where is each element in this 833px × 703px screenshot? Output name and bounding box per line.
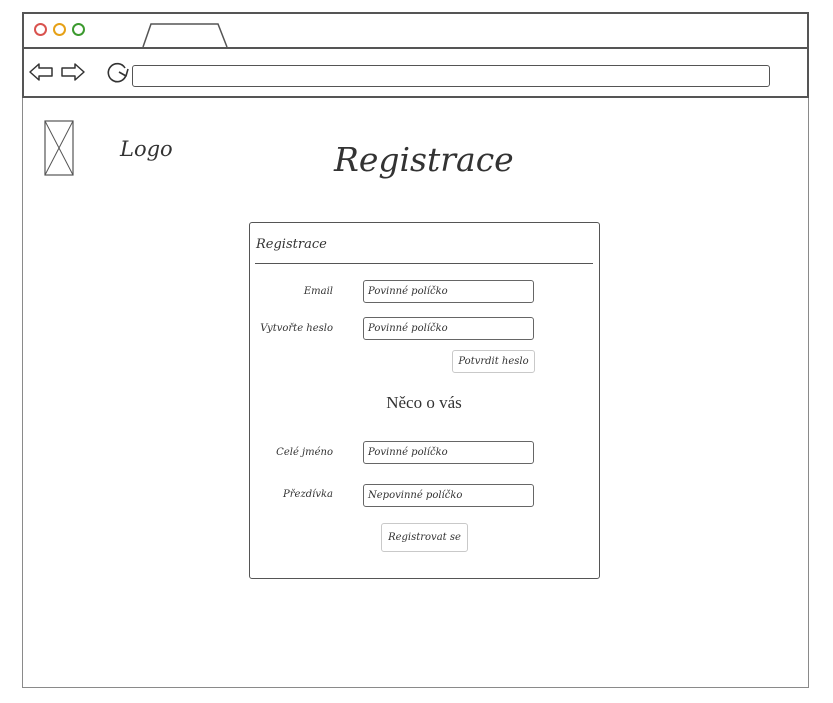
email-label: Email <box>303 286 333 297</box>
register-button[interactable]: Registrovat se <box>381 523 468 552</box>
image-placeholder-icon <box>44 120 74 176</box>
browser-chrome <box>22 12 809 98</box>
registration-form: Registrace Email Povinné políčko Vytvořt… <box>249 222 600 579</box>
tab-bar <box>24 14 807 49</box>
page-title: Registrace <box>334 140 514 179</box>
browser-tab[interactable] <box>142 22 228 47</box>
full-name-label: Celé jméno <box>276 447 333 458</box>
address-bar[interactable] <box>132 65 770 87</box>
form-title-divider <box>255 263 593 264</box>
confirm-password-button[interactable]: Potvrdit heslo <box>452 350 535 373</box>
logo-text: Logo <box>120 137 173 161</box>
browser-toolbar <box>24 49 807 96</box>
arrow-right-icon[interactable] <box>60 62 86 82</box>
password-field[interactable]: Povinné políčko <box>363 317 534 340</box>
close-window-button[interactable] <box>34 23 47 36</box>
maximize-window-button[interactable] <box>72 23 85 36</box>
arrow-left-icon[interactable] <box>28 62 54 82</box>
about-you-heading: Něco o vás <box>386 393 462 412</box>
nickname-field[interactable]: Nepovinné políčko <box>363 484 534 507</box>
email-field[interactable]: Povinné políčko <box>363 280 534 303</box>
reload-icon[interactable] <box>106 60 130 84</box>
minimize-window-button[interactable] <box>53 23 66 36</box>
form-title: Registrace <box>256 237 327 252</box>
nickname-label: Přezdívka <box>283 489 333 500</box>
password-label: Vytvořte heslo <box>260 323 333 334</box>
full-name-field[interactable]: Povinné políčko <box>363 441 534 464</box>
